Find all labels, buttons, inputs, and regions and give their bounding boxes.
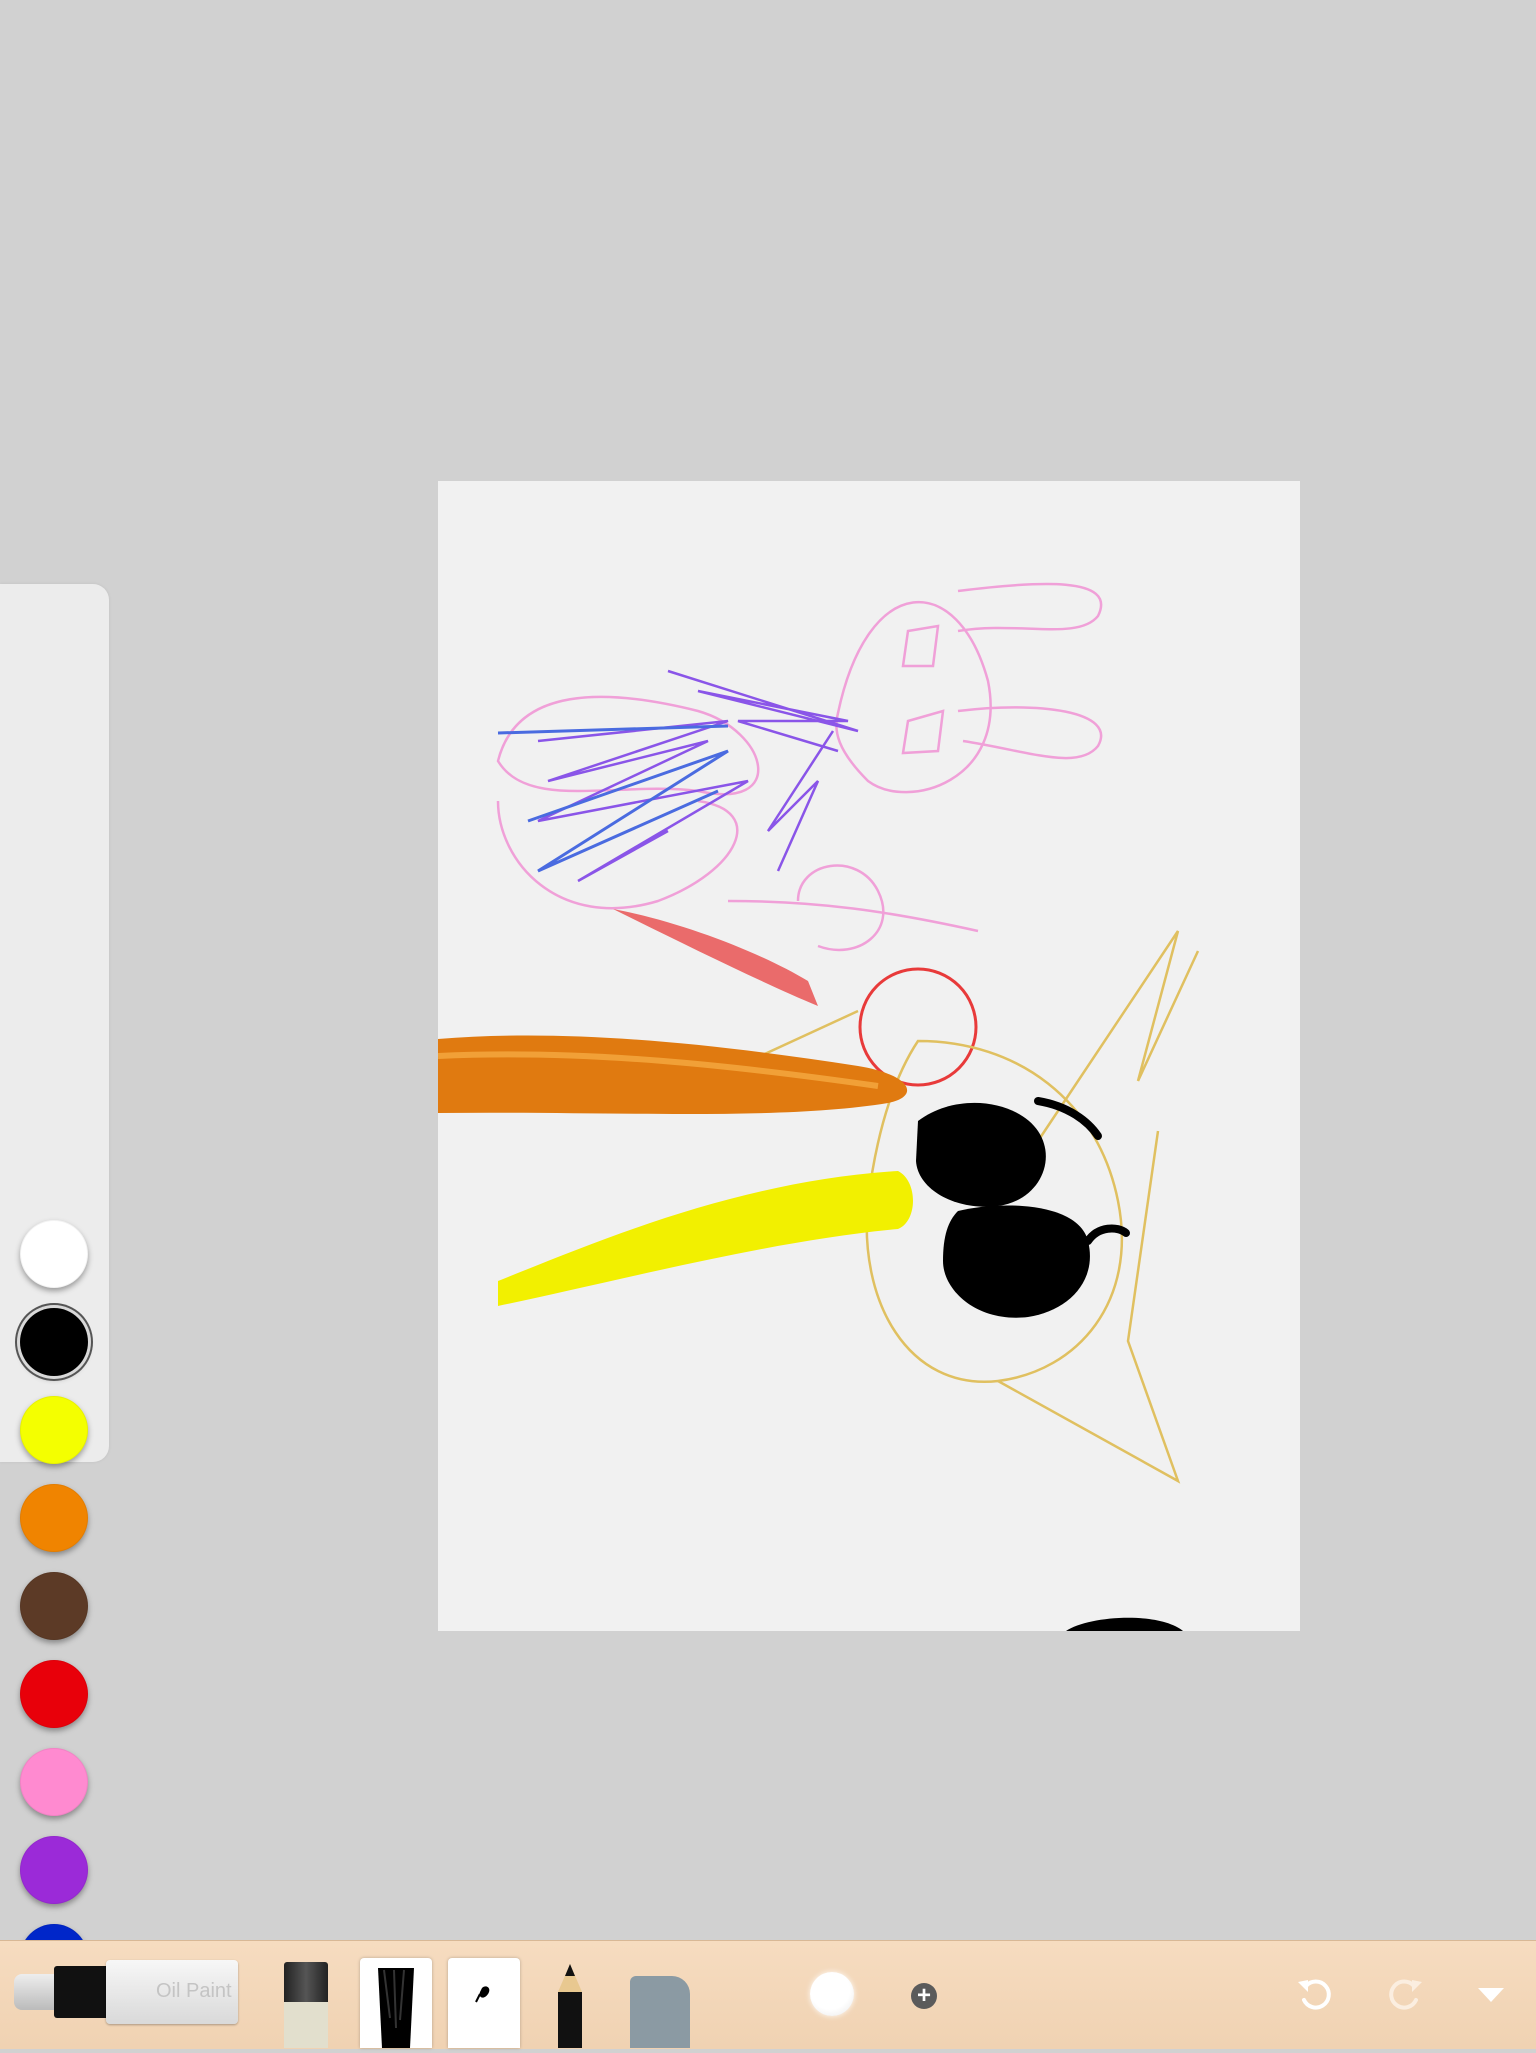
pencil-icon (558, 1964, 582, 2048)
small-brush-button[interactable] (448, 1958, 520, 2048)
redo-button[interactable] (1382, 1972, 1426, 2016)
tube-cap (14, 1974, 56, 2010)
drawing-artwork (438, 582, 1200, 1631)
add-button[interactable]: + (911, 1983, 937, 2009)
flat-brush-icon (378, 1968, 414, 2048)
drawing-canvas[interactable] (438, 481, 1300, 1631)
brush-tool-button[interactable] (284, 1962, 328, 2048)
brush-bristle-icon (284, 1962, 328, 2002)
brush-size-slider[interactable] (810, 1972, 854, 2016)
flat-brush-button[interactable] (360, 1958, 432, 2048)
tube-color (54, 1966, 110, 2018)
plus-icon: + (916, 1982, 931, 2009)
color-swatch-red[interactable] (20, 1660, 88, 1728)
pencil-tool-button[interactable] (550, 1964, 590, 2048)
paint-type-label: Oil Paint (156, 1980, 232, 2002)
color-swatch-white[interactable] (20, 1220, 88, 1288)
color-palette (0, 584, 109, 1992)
brush-handle (284, 2002, 328, 2048)
undo-button[interactable] (1294, 1972, 1338, 2016)
eraser-tool-button[interactable] (630, 1976, 690, 2048)
color-swatch-black[interactable] (20, 1308, 88, 1376)
menu-toggle-button[interactable] (1476, 1984, 1506, 2004)
color-swatch-yellow[interactable] (20, 1396, 88, 1464)
chevron-down-icon (1478, 1988, 1504, 2002)
color-swatch-orange[interactable] (20, 1484, 88, 1552)
color-swatch-pink[interactable] (20, 1748, 88, 1816)
paint-tube-button[interactable]: Oil Paint (14, 1960, 238, 2024)
small-brush-icon (475, 1986, 490, 2003)
redo-icon (1389, 1979, 1422, 2010)
color-swatch-brown[interactable] (20, 1572, 88, 1640)
color-swatch-purple[interactable] (20, 1836, 88, 1904)
undo-icon (1298, 1979, 1331, 2010)
